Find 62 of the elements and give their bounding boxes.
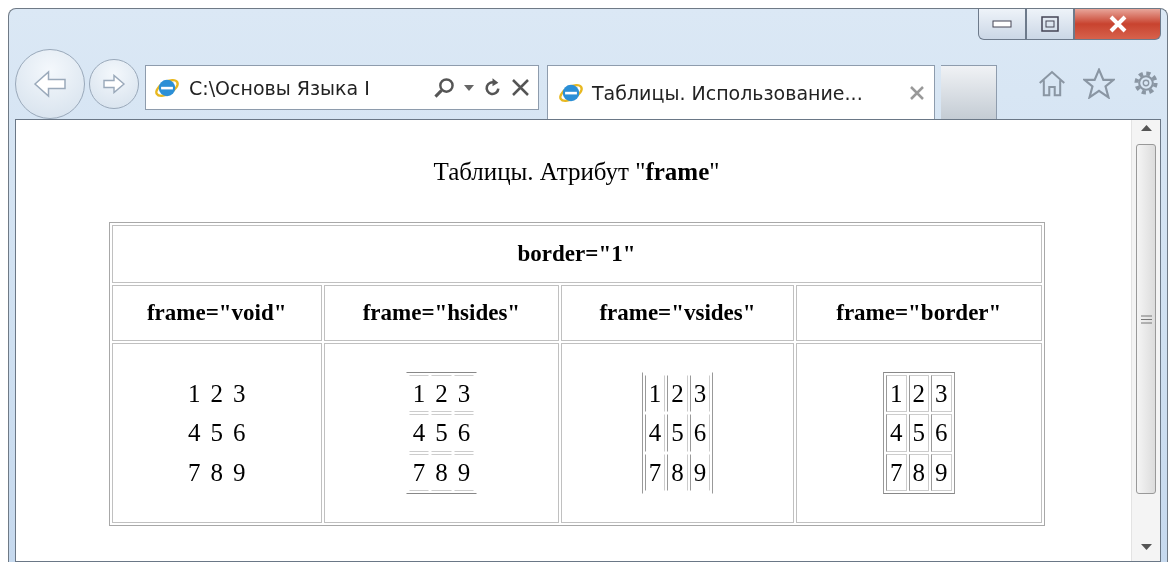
maximize-icon xyxy=(1041,16,1059,32)
table-cell: 7 xyxy=(408,453,430,492)
table-cell: 9 xyxy=(689,453,711,492)
table-cell: 3 xyxy=(453,374,475,413)
table-cell: 1 xyxy=(644,374,666,413)
table-cell-text: 1 xyxy=(186,378,202,409)
grip-icon xyxy=(1140,314,1152,324)
table-cell: 6 xyxy=(931,414,952,452)
table-cell-text: 3 xyxy=(231,378,247,409)
minimize-icon xyxy=(992,20,1012,28)
table-caption: border="1" xyxy=(111,225,1042,283)
dropdown-icon[interactable] xyxy=(464,84,474,91)
home-icon[interactable] xyxy=(1037,69,1067,97)
table-cell: 5 xyxy=(667,414,688,452)
column-header: frame="hsides" xyxy=(323,285,559,341)
right-arrow-icon xyxy=(101,74,127,94)
close-button[interactable] xyxy=(1074,9,1161,40)
maximize-button[interactable] xyxy=(1026,9,1074,40)
table-cell: 6 xyxy=(453,414,475,452)
settings-icon[interactable] xyxy=(1131,68,1161,98)
table-cell-text: 6 xyxy=(231,418,247,449)
table-cell: 2 xyxy=(667,374,688,413)
minimize-button[interactable] xyxy=(978,9,1026,40)
table-cell: 2 xyxy=(908,374,930,413)
browser-tab[interactable]: Таблицы. Использование... xyxy=(547,65,935,119)
scrollbar-thumb[interactable] xyxy=(1136,144,1156,494)
table-cell: 4 xyxy=(408,414,430,452)
table-cell: 8 xyxy=(908,453,930,492)
search-icon[interactable] xyxy=(433,76,455,99)
table-cell: 6 xyxy=(689,414,711,452)
address-field[interactable]: C:\Основы Языка I xyxy=(145,65,539,110)
table-cell-text: 7 xyxy=(186,457,202,488)
table-cell: 2 xyxy=(431,374,452,413)
table-cell: 8 xyxy=(431,453,452,492)
table-cell: 3 xyxy=(689,374,711,413)
new-tab-button[interactable] xyxy=(941,65,997,119)
table-cell: 5 xyxy=(431,414,452,452)
table-cell: 8 xyxy=(667,453,688,492)
table-cell: 4 xyxy=(886,414,907,452)
table-cell-text: 9 xyxy=(231,457,247,488)
table-cell-text: 8 xyxy=(209,457,224,488)
table-cell: 1 xyxy=(886,374,907,413)
table-cell: 9 xyxy=(453,453,475,492)
column-header: frame="void" xyxy=(111,285,322,341)
forward-button[interactable] xyxy=(89,59,139,109)
table-cell-text: 5 xyxy=(209,418,224,449)
refresh-icon[interactable] xyxy=(483,77,502,98)
star-icon[interactable] xyxy=(1083,67,1115,99)
table-cell-text: 2 xyxy=(209,378,224,409)
close-tab-icon[interactable] xyxy=(910,85,924,100)
table-cell: 1 xyxy=(408,374,430,413)
page-heading: Таблицы. Атрибут "frame" xyxy=(433,158,720,186)
table-cell: 9 xyxy=(931,453,952,492)
table-cell: 3 xyxy=(931,374,952,413)
column-header: frame="vsides" xyxy=(560,285,795,341)
table-cell: 7 xyxy=(886,453,907,492)
table-cell-text: 4 xyxy=(186,418,202,449)
table-cell: 4 xyxy=(644,414,666,452)
stop-icon[interactable] xyxy=(511,78,530,97)
table-cell: 7 xyxy=(644,453,666,492)
column-header: frame="border" xyxy=(796,285,1042,341)
table-cell: 5 xyxy=(908,414,930,452)
